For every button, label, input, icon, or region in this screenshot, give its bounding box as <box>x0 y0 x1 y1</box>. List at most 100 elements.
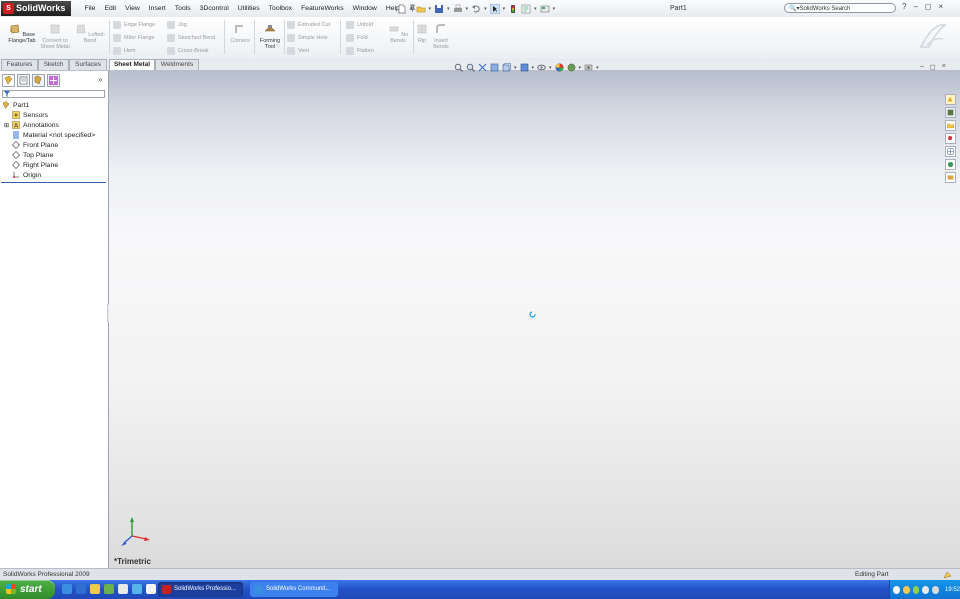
fold-button[interactable]: Fold <box>346 34 368 42</box>
no-bends-button[interactable]: No Bends <box>384 22 412 44</box>
chevron-down-icon[interactable]: ▾ <box>596 65 599 71</box>
unfold-button[interactable]: Unfold <box>346 21 373 29</box>
menu-insert[interactable]: Insert <box>144 5 170 12</box>
new-document-icon[interactable] <box>397 4 407 14</box>
expand-icon[interactable]: ⊞ <box>4 122 12 129</box>
edge-flange-button[interactable]: Edge Flange <box>113 21 155 29</box>
file-properties-icon[interactable] <box>521 4 531 14</box>
undo-icon[interactable] <box>471 4 481 14</box>
tree-item-origin[interactable]: Origin <box>12 171 41 179</box>
open-folder-icon[interactable] <box>416 4 426 14</box>
insert-bends-button[interactable]: Insert Bends <box>430 22 452 50</box>
solidworks-resources-icon[interactable] <box>945 94 956 105</box>
tree-item-right-plane[interactable]: Right Plane <box>12 161 58 169</box>
menu-file[interactable]: File <box>80 5 100 12</box>
file-explorer-icon[interactable] <box>945 120 956 131</box>
chevron-down-icon[interactable]: ▾ <box>579 65 582 71</box>
desktop-icon[interactable] <box>146 584 156 594</box>
rebuild-icon[interactable] <box>508 4 518 14</box>
print-icon[interactable] <box>453 4 463 14</box>
rebuild-status-icon[interactable] <box>943 571 952 579</box>
tab-features[interactable]: Features <box>1 59 38 70</box>
forming-tool-button[interactable]: Forming Tool <box>256 22 284 50</box>
vent-button[interactable]: Vent <box>287 47 309 55</box>
display-style-icon[interactable] <box>520 63 529 72</box>
extruded-cut-button[interactable]: Extruded Cut <box>287 21 330 29</box>
menu-3dcontrol[interactable]: 3Dcontrol <box>195 5 233 12</box>
messenger-icon[interactable] <box>132 584 142 594</box>
restore-button[interactable]: ◻ <box>925 2 932 11</box>
jog-button[interactable]: Jog <box>167 21 187 29</box>
menu-toolbox[interactable]: Toolbox <box>264 5 296 12</box>
hem-button[interactable]: Hem <box>113 47 136 55</box>
section-view-icon[interactable] <box>490 63 499 72</box>
search-input[interactable]: 🔍▾SolidWorks Search <box>784 3 896 13</box>
tree-item-material[interactable]: Material <not specified> <box>12 131 95 139</box>
sketched-bend-button[interactable]: Sketched Bend <box>167 34 215 42</box>
tab-surfaces[interactable]: Surfaces <box>69 59 107 70</box>
cross-break-button[interactable]: Cross-Break <box>167 47 209 55</box>
select-arrow-icon[interactable] <box>489 3 500 14</box>
app-icon[interactable] <box>104 584 114 594</box>
view-palette-icon[interactable] <box>945 146 956 157</box>
minimize-button[interactable]: – <box>913 2 917 11</box>
tab-sketch[interactable]: Sketch <box>38 59 69 70</box>
view-settings-icon[interactable] <box>584 63 593 72</box>
edit-appearance-icon[interactable] <box>554 63 564 72</box>
search-results-icon[interactable] <box>945 133 956 144</box>
tree-item-part[interactable]: Part1 <box>2 101 29 109</box>
tree-item-top-plane[interactable]: Top Plane <box>12 151 53 159</box>
tree-item-front-plane[interactable]: Front Plane <box>12 141 58 149</box>
save-icon[interactable] <box>434 4 444 14</box>
close-button[interactable]: × <box>939 2 944 11</box>
menu-view[interactable]: View <box>121 5 145 12</box>
previous-view-icon[interactable] <box>478 63 487 72</box>
tab-sheet-metal[interactable]: Sheet Metal <box>109 59 155 70</box>
rip-button[interactable]: Rip <box>415 22 429 44</box>
ie-icon[interactable] <box>62 584 72 594</box>
task-solidworks[interactable]: SolidWorks Professio... <box>158 582 243 597</box>
solidworks-logo[interactable]: S SolidWorks <box>1 1 71 16</box>
appearances-scenes-icon[interactable] <box>945 159 956 170</box>
viewport-minimize-button[interactable]: – <box>920 63 924 71</box>
tray-icon[interactable] <box>922 585 930 594</box>
view-orientation-icon[interactable] <box>502 63 511 72</box>
menu-featureworks[interactable]: FeatureWorks <box>297 5 349 12</box>
menu-edit[interactable]: Edit <box>100 5 121 12</box>
media-icon[interactable] <box>118 584 128 594</box>
convert-to-sheet-metal-button[interactable]: Convert to Sheet Metal <box>40 22 70 50</box>
chevron-down-icon[interactable]: ▾ <box>514 65 517 71</box>
tree-item-annotations[interactable]: ⊞ A Annotations <box>4 121 59 129</box>
folder-icon[interactable] <box>90 584 100 594</box>
flatten-button[interactable]: Flatten <box>346 47 374 55</box>
base-flange-tab-button[interactable]: Base Flange/Tab <box>4 22 40 44</box>
start-button[interactable]: start <box>0 580 55 599</box>
task-solidworks-community[interactable]: SolidWorks Communit... <box>250 582 338 597</box>
zoom-to-area-icon[interactable] <box>466 63 475 72</box>
design-library-icon[interactable] <box>945 107 956 118</box>
tray-icon[interactable] <box>893 585 900 594</box>
tray-icon[interactable] <box>912 585 920 594</box>
graphics-area[interactable] <box>109 71 960 568</box>
tree-item-sensors[interactable]: Sensors <box>12 111 48 119</box>
options-icon[interactable] <box>540 4 550 14</box>
custom-properties-icon[interactable] <box>945 172 956 183</box>
hide-show-items-icon[interactable] <box>537 63 546 72</box>
menu-window[interactable]: Window <box>348 5 381 12</box>
tab-configuration-manager[interactable] <box>32 74 45 87</box>
chevron-down-icon[interactable]: ▾ <box>549 65 552 71</box>
tab-weldments[interactable]: Weldments <box>155 59 199 70</box>
viewport-close-button[interactable]: × <box>942 63 946 71</box>
menu-utilities[interactable]: Utilities <box>233 5 264 12</box>
volume-icon[interactable] <box>932 585 939 594</box>
ie-alt-icon[interactable] <box>76 584 86 594</box>
miter-flange-button[interactable]: Miter Flange <box>113 34 155 42</box>
viewport-restore-button[interactable]: ◻ <box>930 63 936 71</box>
zoom-to-fit-icon[interactable] <box>454 63 463 72</box>
tree-filter-input[interactable] <box>2 90 105 98</box>
chevron-down-icon[interactable]: ▾ <box>532 65 535 71</box>
lofted-bend-button[interactable]: Lofted-Bend <box>72 22 108 44</box>
corners-button[interactable]: Corners <box>227 22 253 44</box>
simple-hole-button[interactable]: Simple Hole <box>287 34 328 42</box>
tab-property-manager[interactable] <box>17 74 30 87</box>
